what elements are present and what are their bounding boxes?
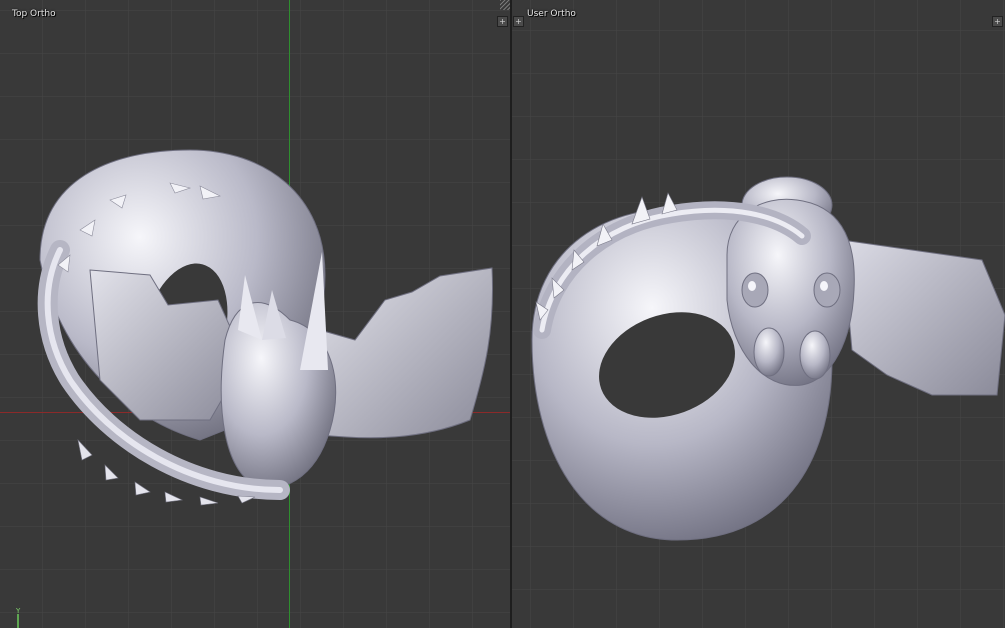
dragon-model-perspective (531, 176, 1005, 541)
viewport-expand-button[interactable]: + (497, 16, 508, 27)
viewport-top-ortho[interactable]: Top Ortho + Y (0, 0, 510, 628)
viewport-label: User Ortho (527, 9, 576, 19)
viewport-expand-button[interactable]: + (513, 16, 524, 27)
axis-y-label: Y (16, 607, 21, 615)
viewport-expand-button[interactable]: + (992, 16, 1003, 27)
dragon-model-top-view (37, 149, 493, 506)
viewport-user-ortho[interactable]: User Ortho + + (512, 0, 1005, 628)
split-corner-icon[interactable] (500, 0, 510, 10)
viewport-label: Top Ortho (12, 9, 56, 19)
